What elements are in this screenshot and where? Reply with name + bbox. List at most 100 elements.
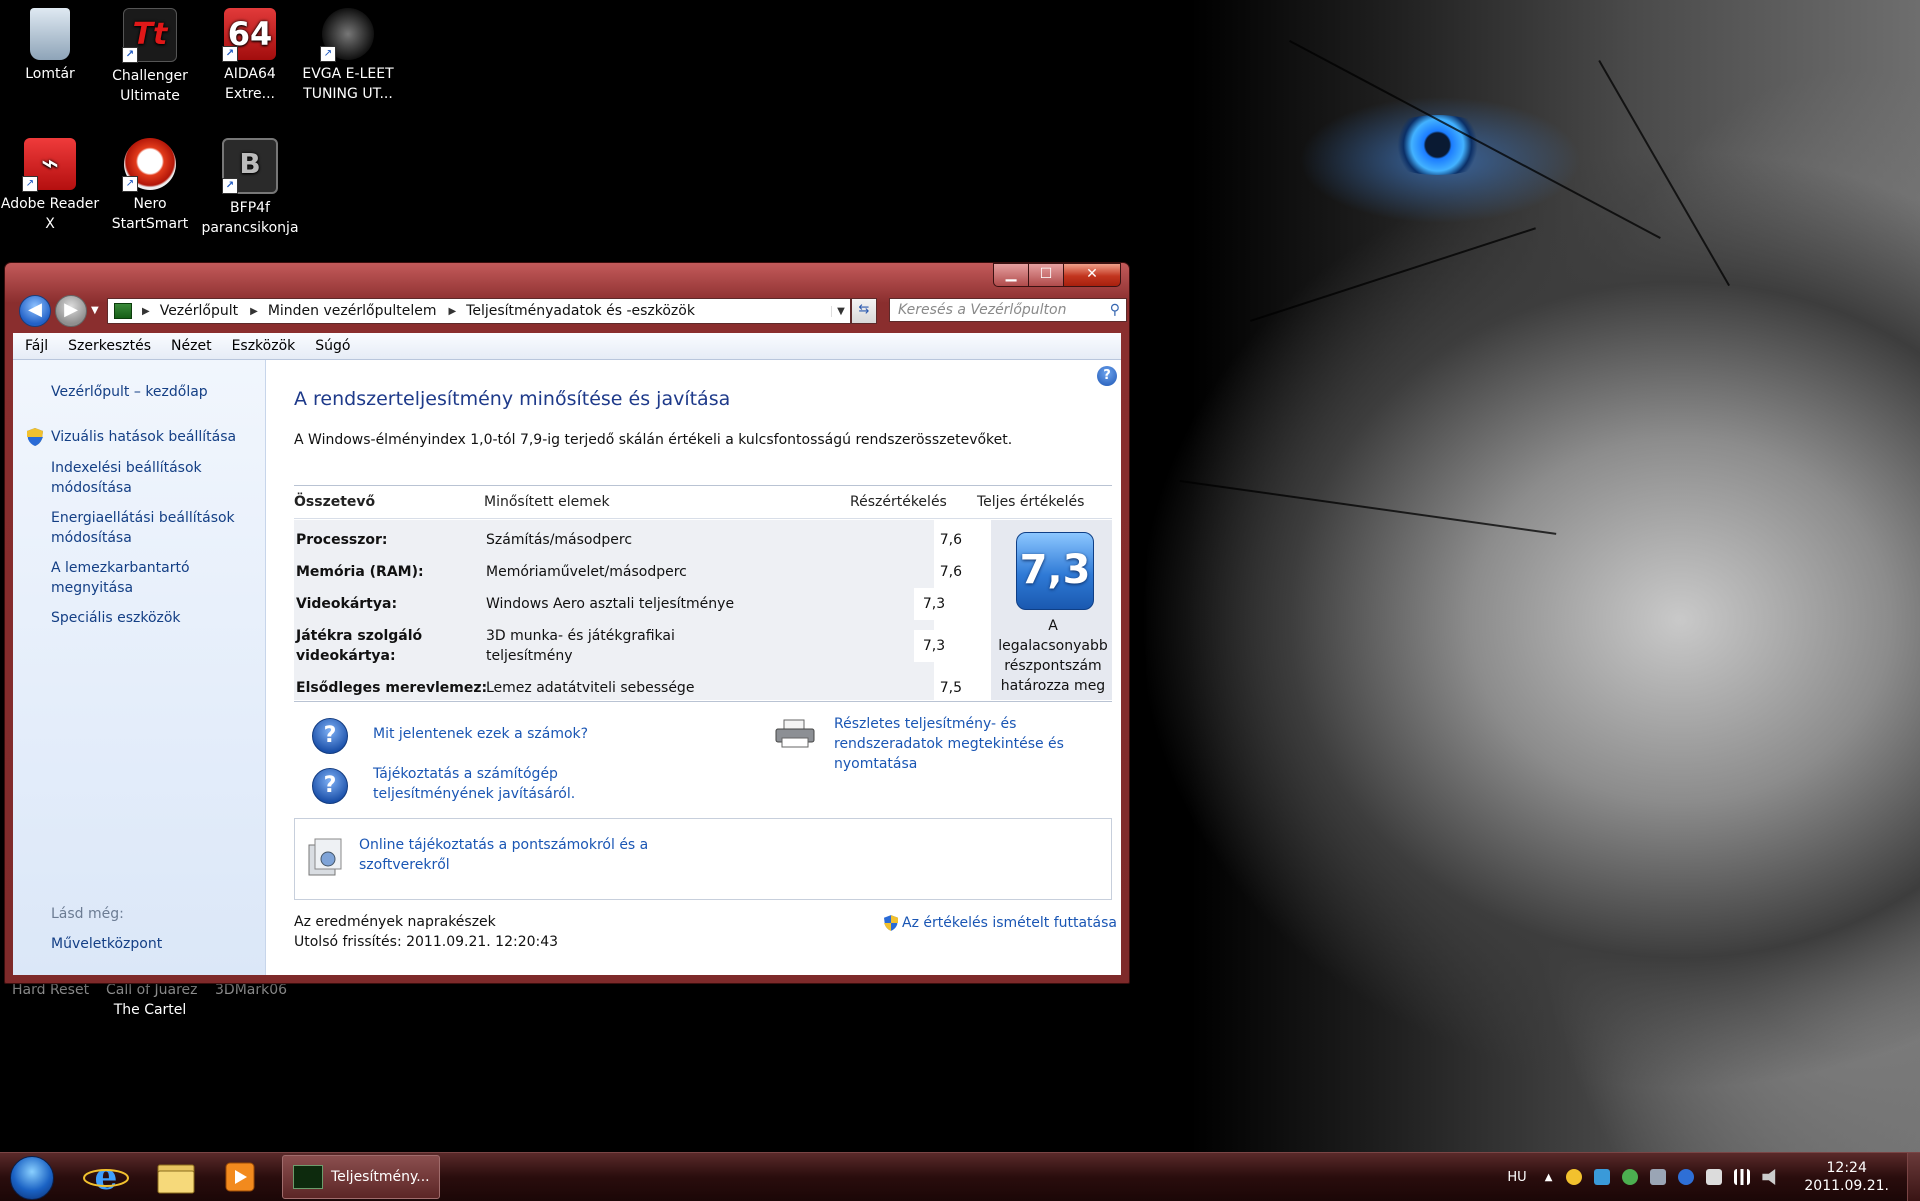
see-also-heading: Lásd még: — [51, 906, 124, 922]
tray-app-icon[interactable] — [1678, 1169, 1695, 1185]
desktop-icon-label-partial[interactable]: 3DMark06 — [215, 982, 287, 998]
rerun-assessment-link[interactable]: Az értékelés ismételt futtatása — [884, 915, 1117, 931]
rated-item: Számítás/másodperc — [486, 532, 633, 548]
subscore: 7,6 — [939, 564, 962, 580]
link-improve-performance[interactable]: Tájékoztatás a számítógép teljesítményén… — [373, 764, 593, 804]
address-bar[interactable]: ▶ Vezérlőpult ▶ Minden vezérlőpultelem ▶… — [107, 298, 851, 324]
desktop-icon-adobe-reader[interactable]: ⌁ ↗ Adobe Reader X — [0, 138, 100, 234]
back-button[interactable]: ◀ — [19, 295, 51, 327]
minimize-button[interactable]: ▁ — [993, 263, 1028, 287]
subscore-lowest: 7,3 — [914, 588, 954, 620]
menu-view[interactable]: Nézet — [159, 338, 220, 354]
tray-app-icon[interactable] — [1566, 1169, 1583, 1185]
desktop-icon-evga[interactable]: ↗ EVGA E-LEET TUNING UT... — [298, 8, 398, 104]
start-button[interactable] — [4, 1154, 60, 1200]
printer-icon — [775, 719, 815, 748]
taskbar-task-performance[interactable]: Teljesítmény... — [282, 1155, 440, 1199]
maximize-button[interactable]: ☐ — [1028, 263, 1063, 287]
bfp4f-icon: B ↗ — [222, 138, 278, 194]
desktop-icon-challenger[interactable]: Tt ↗ Challenger Ultimate — [100, 8, 200, 106]
desktop-icon-label-partial[interactable]: The Cartel — [100, 1000, 200, 1020]
desktop-icon-aida64[interactable]: 64 ↗ AIDA64 Extre... — [200, 8, 300, 104]
component-label: Játékra szolgáló videokártya: — [296, 628, 423, 664]
shortcut-arrow-icon: ↗ — [122, 47, 138, 63]
desktop-icon-label-partial[interactable]: Hard Reset — [12, 982, 89, 998]
clock[interactable]: 12:24 2011.09.21. — [1804, 1159, 1889, 1195]
sidebar-link-power[interactable]: Energiaellátási beállítások módosítása — [51, 508, 261, 548]
language-indicator[interactable]: HU — [1507, 1170, 1526, 1185]
sidebar-link-action-center[interactable]: Műveletközpont — [51, 934, 261, 954]
refresh-button[interactable]: ⇆ — [851, 298, 877, 324]
tray-app-icon[interactable] — [1706, 1169, 1723, 1185]
desktop-icon-bfp4f[interactable]: B ↗ BFP4f parancsikonja — [200, 138, 300, 238]
component-label: Memória (RAM): — [296, 564, 424, 580]
breadcrumb-item[interactable]: Teljesítményadatok és -eszközök — [466, 303, 695, 319]
rated-item: Windows Aero asztali teljesítménye — [486, 596, 735, 612]
question-icon: ? — [312, 718, 348, 754]
table-divider — [294, 518, 1112, 519]
control-panel-window: ▁ ☐ ✕ ◀ ▶ ▼ ▶ Vezérlőpult ▶ Minden vezér… — [4, 262, 1130, 984]
forward-button[interactable]: ▶ — [55, 295, 87, 327]
base-score-note: A legalacsonyabb részpontszám határozza … — [998, 618, 1108, 694]
taskbar: e Teljesítmény... HU ▲ 12:24 2011.09.21. — [0, 1152, 1920, 1201]
link-online-scores-software[interactable]: Online tájékoztatás a pontszámokról és a… — [359, 835, 659, 875]
link-what-numbers-mean[interactable]: Mit jelentenek ezek a számok? — [373, 724, 588, 744]
breadcrumb-item[interactable]: Minden vezérlőpultelem — [268, 303, 437, 319]
sidebar-link-home[interactable]: Vezérlőpult – kezdőlap — [51, 382, 261, 402]
system-tray: HU ▲ 12:24 2011.09.21. — [1507, 1153, 1920, 1201]
tray-app-icon[interactable] — [1622, 1169, 1639, 1185]
taskbar-pin-internet-explorer[interactable]: e — [78, 1156, 134, 1198]
recent-pages-dropdown[interactable]: ▼ — [91, 305, 99, 316]
menu-edit[interactable]: Szerkesztés — [56, 338, 159, 354]
tray-app-icon[interactable] — [1594, 1169, 1611, 1185]
sidebar-link-indexing[interactable]: Indexelési beállítások módosítása — [51, 458, 261, 498]
search-input[interactable]: Keresés a Vezérlőpulton ⚲ — [889, 298, 1127, 322]
desktop-icon-label-partial[interactable]: Call of Juarez — [106, 982, 198, 998]
wallpaper-blue-eye — [1375, 115, 1500, 175]
desktop-icon-nero[interactable]: ↗ Nero StartSmart — [100, 138, 200, 234]
breadcrumb-item[interactable]: Vezérlőpult — [160, 303, 238, 319]
svg-text:e: e — [95, 1157, 118, 1197]
breadcrumb-chevron-icon[interactable]: ▶ — [250, 306, 258, 317]
volume-icon[interactable] — [1762, 1169, 1776, 1185]
question-icon: ? — [312, 768, 348, 804]
address-dropdown-icon[interactable]: ▼ — [831, 305, 850, 317]
breadcrumb-chevron-icon[interactable]: ▶ — [142, 306, 150, 317]
shortcut-arrow-icon: ↗ — [222, 178, 238, 194]
page-title: A rendszerteljesítmény minősítése és jav… — [294, 388, 731, 410]
help-icon[interactable]: ? — [1097, 366, 1117, 386]
tray-app-icon[interactable] — [1650, 1169, 1667, 1185]
shortcut-arrow-icon: ↗ — [22, 176, 38, 192]
search-icon[interactable]: ⚲ — [1110, 302, 1120, 318]
network-icon[interactable] — [1734, 1169, 1751, 1185]
window-controls: ▁ ☐ ✕ — [993, 263, 1121, 287]
link-detailed-report[interactable]: Részletes teljesítmény- és rendszeradato… — [834, 714, 1114, 774]
close-button[interactable]: ✕ — [1063, 263, 1121, 287]
sidebar-link-advanced-tools[interactable]: Speciális eszközök — [51, 608, 261, 628]
taskbar-pin-explorer[interactable] — [148, 1157, 204, 1197]
taskbar-pin-media-player[interactable] — [212, 1157, 268, 1197]
desktop-icon-label: Lomtár — [25, 66, 75, 82]
windows-logo-icon — [10, 1156, 54, 1200]
desktop-icon-recycle-bin[interactable]: Lomtár — [0, 8, 100, 84]
component-label: Elsődleges merevlemez: — [296, 680, 488, 696]
desktop-icon-label: AIDA64 Extre... — [224, 66, 276, 102]
show-hidden-icons-icon[interactable]: ▲ — [1545, 1172, 1553, 1183]
desktop-icon-label: BFP4f parancsikonja — [201, 200, 299, 236]
sidebar-link-disk-cleanup[interactable]: A lemezkarbantartó megnyitása — [51, 558, 261, 598]
task-pane: Vezérlőpult – kezdőlap Vizuális hatások … — [13, 360, 266, 975]
desktop-icon-label: EVGA E-LEET TUNING UT... — [302, 66, 394, 102]
rated-item: Lemez adatátviteli sebessége — [486, 680, 695, 696]
shortcut-arrow-icon: ↗ — [222, 46, 238, 62]
shortcut-arrow-icon: ↗ — [320, 46, 336, 62]
menu-file[interactable]: Fájl — [13, 338, 56, 354]
menu-help[interactable]: Súgó — [303, 338, 358, 354]
window-content: Vezérlőpult – kezdőlap Vizuális hatások … — [13, 360, 1121, 975]
sidebar-link-visual-effects[interactable]: Vizuális hatások beállítása — [27, 427, 261, 447]
menu-tools[interactable]: Eszközök — [220, 338, 304, 354]
component-label: Videokártya: — [296, 596, 398, 612]
subscore-lowest: 7,3 — [914, 630, 954, 662]
breadcrumb-chevron-icon[interactable]: ▶ — [448, 306, 456, 317]
show-desktop-button[interactable] — [1907, 1153, 1920, 1201]
folder-icon — [157, 1164, 195, 1194]
